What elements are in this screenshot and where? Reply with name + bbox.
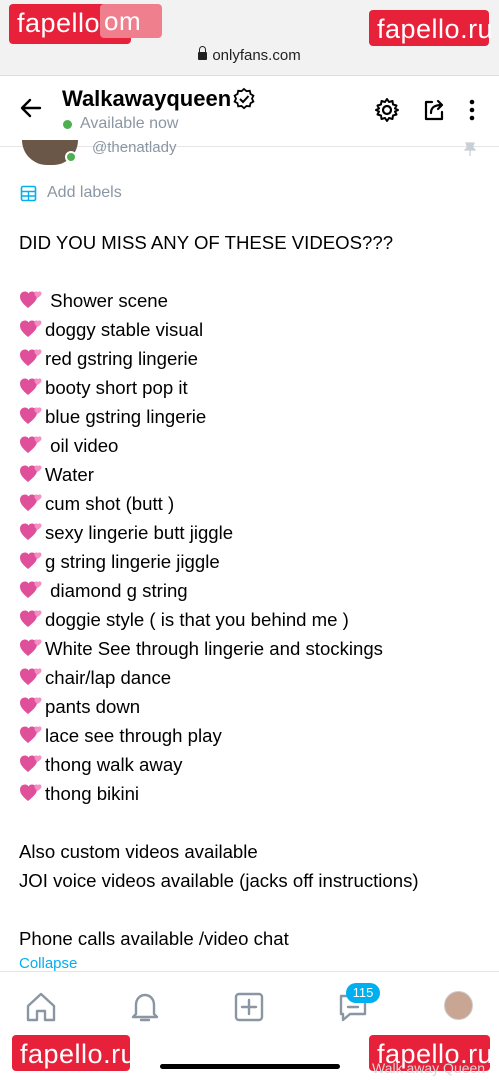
two-hearts-icon xyxy=(20,291,42,308)
list-item-text: sexy lingerie butt jiggle xyxy=(45,522,234,543)
list-item-text: g string lingerie jiggle xyxy=(45,551,220,572)
list-item: chair/lap dance xyxy=(19,663,489,692)
watermark-top-left-partial: om xyxy=(100,4,162,38)
add-labels-button[interactable]: Add labels xyxy=(20,182,122,204)
list-item: thong walk away xyxy=(19,750,489,779)
list-item-text: diamond g string xyxy=(45,580,188,601)
lock-icon xyxy=(198,46,208,60)
messages-badge: 115 xyxy=(346,983,380,1003)
bell-icon[interactable] xyxy=(128,990,162,1024)
watermark-top-right: fapello.ru xyxy=(369,10,493,46)
online-status-text: Available now xyxy=(80,115,179,132)
list-item: diamond g string xyxy=(19,576,489,605)
list-item: oil video xyxy=(19,431,489,460)
url-text: onlyfans.com xyxy=(212,47,301,64)
two-hearts-icon xyxy=(20,581,42,598)
list-item: g string lingerie jiggle xyxy=(19,547,489,576)
two-hearts-icon xyxy=(20,697,42,714)
two-hearts-icon xyxy=(20,349,42,366)
list-item: White See through lingerie and stockings xyxy=(19,634,489,663)
list-item-text: Shower scene xyxy=(45,290,168,311)
list-item-text: red gstring lingerie xyxy=(45,348,198,369)
list-item-text: blue gstring lingerie xyxy=(45,406,207,427)
list-item-text: Water xyxy=(45,464,94,485)
list-item-text: booty short pop it xyxy=(45,377,188,398)
list-item: Shower scene xyxy=(19,286,489,315)
two-hearts-icon xyxy=(20,465,42,482)
label-icon xyxy=(20,185,37,201)
list-item-text: thong bikini xyxy=(45,783,140,804)
list-item: red gstring lingerie xyxy=(19,344,489,373)
watermark-bottom-left: fapello.ru xyxy=(12,1035,136,1071)
url-display[interactable]: onlyfans.com xyxy=(0,46,499,64)
share-icon[interactable] xyxy=(421,97,447,123)
post-extra-joi: JOI voice videos available (jacks off in… xyxy=(19,870,419,891)
chat-header: Walkawayqueen Available now xyxy=(0,77,499,147)
list-item: thong bikini xyxy=(19,779,489,808)
verified-badge-icon xyxy=(233,87,255,110)
list-item-text: chair/lap dance xyxy=(45,667,172,688)
post-extra-calls: Phone calls available /video chat xyxy=(19,928,289,949)
list-item-text: lace see through play xyxy=(45,725,222,746)
home-icon[interactable] xyxy=(24,990,58,1024)
author-handle[interactable]: @thenatlady xyxy=(92,139,176,156)
list-item: blue gstring lingerie xyxy=(19,402,489,431)
author-online-dot xyxy=(65,151,77,163)
collapse-link[interactable]: Collapse xyxy=(19,955,77,972)
post-intro: DID YOU MISS ANY OF THESE VIDEOS??? xyxy=(19,232,394,253)
two-hearts-icon xyxy=(20,523,42,540)
list-item-text: pants down xyxy=(45,696,141,717)
two-hearts-icon xyxy=(20,668,42,685)
list-item: pants down xyxy=(19,692,489,721)
two-hearts-icon xyxy=(20,320,42,337)
list-item-text: White See through lingerie and stockings xyxy=(45,638,383,659)
more-vertical-icon[interactable] xyxy=(460,97,484,123)
list-item-text: thong walk away xyxy=(45,754,183,775)
gear-icon[interactable] xyxy=(374,97,400,123)
list-item-text: doggie style ( is that you behind me ) xyxy=(45,609,349,630)
two-hearts-icon xyxy=(20,784,42,801)
list-item-text: cum shot (butt ) xyxy=(45,493,175,514)
post-extra-custom: Also custom videos available xyxy=(19,841,258,862)
faint-watermark-text: Walk away Queen xyxy=(372,1060,486,1076)
two-hearts-icon xyxy=(20,494,42,511)
two-hearts-icon xyxy=(20,378,42,395)
list-item: sexy lingerie butt jiggle xyxy=(19,518,489,547)
two-hearts-icon xyxy=(20,436,42,453)
two-hearts-icon xyxy=(20,639,42,656)
list-item: doggie style ( is that you behind me ) xyxy=(19,605,489,634)
list-item-text: doggy stable visual xyxy=(45,319,204,340)
add-labels-text: Add labels xyxy=(47,184,122,201)
two-hearts-icon xyxy=(20,755,42,772)
two-hearts-icon xyxy=(20,726,42,743)
arrow-left-icon[interactable] xyxy=(18,95,44,121)
plus-square-icon[interactable] xyxy=(232,990,266,1024)
two-hearts-icon xyxy=(20,610,42,627)
list-item: lace see through play xyxy=(19,721,489,750)
post-text: DID YOU MISS ANY OF THESE VIDEOS??? Show… xyxy=(19,228,489,953)
two-hearts-icon xyxy=(20,552,42,569)
list-item: doggy stable visual xyxy=(19,315,489,344)
online-status-dot xyxy=(63,120,72,129)
avatar[interactable] xyxy=(444,991,473,1020)
home-indicator xyxy=(160,1064,340,1069)
pin-icon xyxy=(463,142,477,156)
list-item: booty short pop it xyxy=(19,373,489,402)
list-item: cum shot (butt ) xyxy=(19,489,489,518)
page-title[interactable]: Walkawayqueen xyxy=(62,86,231,112)
list-item-text: oil video xyxy=(45,435,119,456)
two-hearts-icon xyxy=(20,407,42,424)
list-item: Water xyxy=(19,460,489,489)
